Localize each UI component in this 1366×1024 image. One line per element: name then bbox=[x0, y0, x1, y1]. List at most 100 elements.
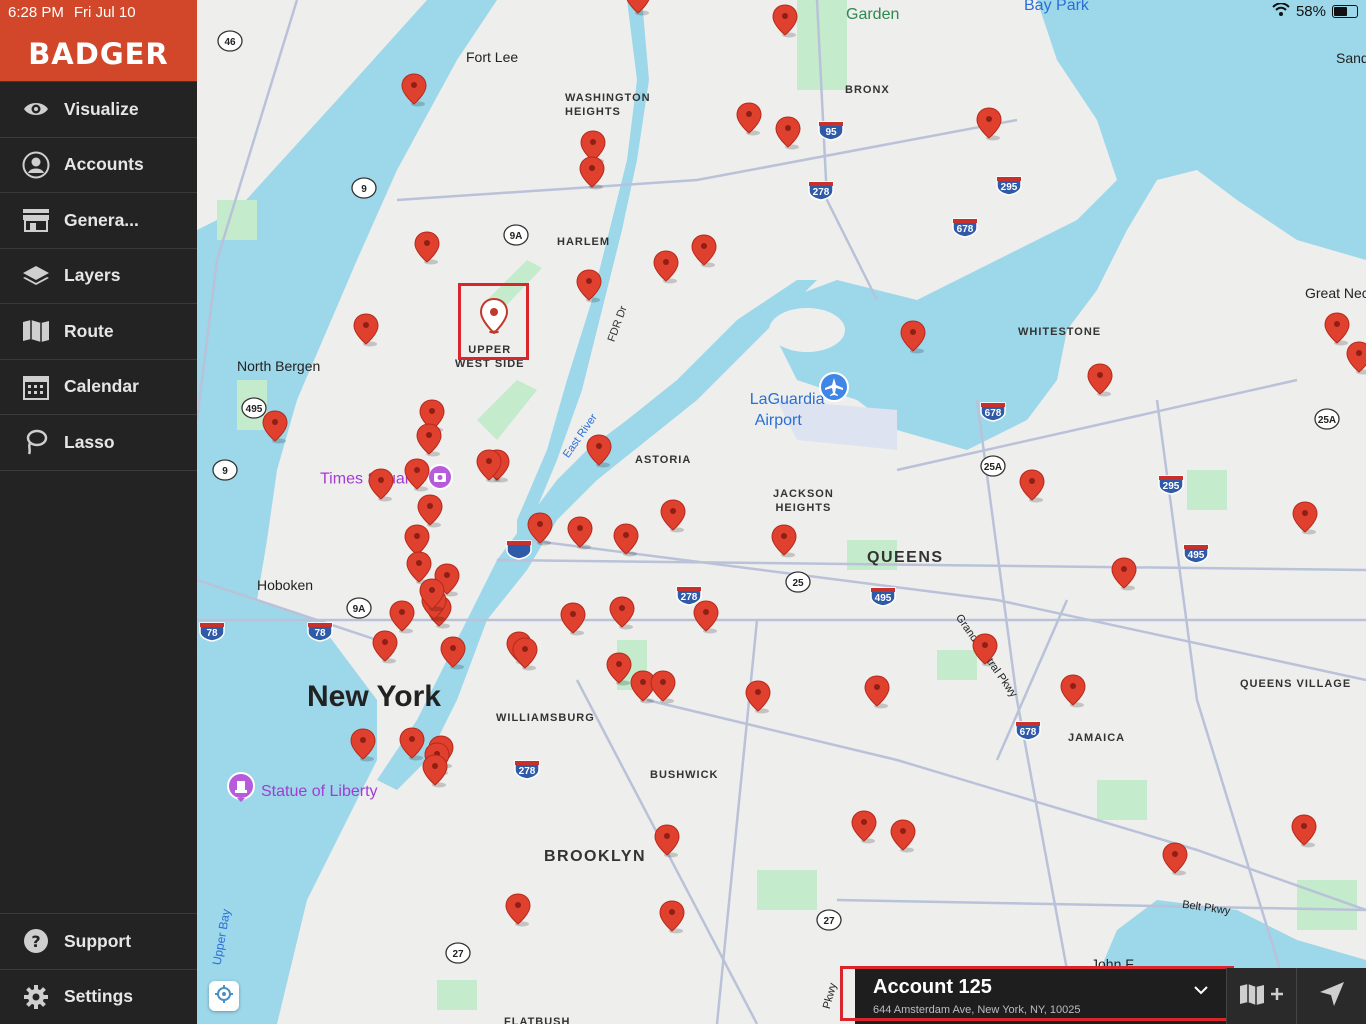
map-pin[interactable] bbox=[659, 900, 685, 934]
map-pin[interactable] bbox=[368, 468, 394, 502]
map-pin[interactable] bbox=[1346, 341, 1366, 375]
map-label: BROOKLYN bbox=[544, 848, 647, 865]
map-pin[interactable] bbox=[476, 449, 502, 483]
poi-label: LaGuardia Airport bbox=[749, 391, 825, 429]
map-pin[interactable] bbox=[1162, 842, 1188, 876]
map-pin[interactable] bbox=[389, 600, 415, 634]
map-pin[interactable] bbox=[401, 73, 427, 107]
map-pin[interactable] bbox=[262, 410, 288, 444]
map-pin[interactable] bbox=[417, 494, 443, 528]
map-pin[interactable] bbox=[653, 250, 679, 284]
status-time: 6:28 PM bbox=[8, 4, 64, 21]
sidebar-item-lasso[interactable]: Lasso bbox=[0, 415, 197, 471]
map-pin[interactable] bbox=[576, 269, 602, 303]
svg-text:495: 495 bbox=[1188, 550, 1205, 561]
map-pin[interactable] bbox=[1291, 814, 1317, 848]
poi-laguardia[interactable]: LaGuardia Airport bbox=[732, 368, 825, 452]
map-pin[interactable] bbox=[372, 630, 398, 664]
chevron-down-icon[interactable] bbox=[1194, 982, 1208, 1000]
map-toolbar bbox=[1226, 968, 1366, 1024]
map-pin[interactable] bbox=[736, 102, 762, 136]
sidebar-item-route[interactable]: Route bbox=[0, 304, 197, 360]
map-pin[interactable] bbox=[606, 652, 632, 686]
map-pin[interactable] bbox=[579, 156, 605, 190]
map-pin[interactable] bbox=[1087, 363, 1113, 397]
map-pin[interactable] bbox=[900, 320, 926, 354]
map-view[interactable]: 58% Fort Lee WASHINGTON HEIGHTS BRONX HA… bbox=[197, 0, 1366, 1024]
map-pin[interactable] bbox=[440, 636, 466, 670]
map-plus-icon bbox=[1239, 982, 1285, 1011]
map-pin[interactable] bbox=[560, 602, 586, 636]
map-pin[interactable] bbox=[416, 423, 442, 457]
sidebar-item-visualize[interactable]: Visualize bbox=[0, 82, 197, 138]
interstate-shield: 495 bbox=[869, 585, 897, 610]
map-pin[interactable] bbox=[422, 754, 448, 788]
help-icon: ? bbox=[22, 927, 50, 955]
map-pin[interactable] bbox=[527, 512, 553, 546]
gear-icon bbox=[22, 983, 50, 1011]
map-pin[interactable] bbox=[851, 810, 877, 844]
map-pin[interactable] bbox=[586, 434, 612, 468]
map-pin[interactable] bbox=[771, 524, 797, 558]
map-label: FLATBUSH bbox=[504, 1016, 571, 1024]
sidebar-item-accounts[interactable]: Accounts bbox=[0, 138, 197, 193]
map-pin[interactable] bbox=[972, 633, 998, 667]
brand-name: BADGER bbox=[28, 37, 169, 71]
map-pin[interactable] bbox=[512, 637, 538, 671]
svg-text:78: 78 bbox=[314, 628, 326, 639]
map-pin[interactable] bbox=[625, 0, 651, 16]
map-fold-icon bbox=[22, 317, 50, 345]
eye-icon bbox=[22, 95, 50, 123]
map-pin[interactable] bbox=[350, 728, 376, 762]
map-pin[interactable] bbox=[1292, 501, 1318, 535]
sidebar-item-support[interactable]: ? Support bbox=[0, 914, 197, 970]
map-pin[interactable] bbox=[693, 600, 719, 634]
svg-text:295: 295 bbox=[1163, 481, 1180, 492]
sidebar-item-settings[interactable]: Settings bbox=[0, 970, 197, 1024]
map-pin[interactable] bbox=[609, 596, 635, 630]
battery-percent: 58% bbox=[1295, 3, 1326, 20]
layers-icon bbox=[22, 262, 50, 290]
poi-statue-of-liberty[interactable]: Statue of Liberty bbox=[227, 772, 378, 811]
navigate-button[interactable] bbox=[1296, 968, 1366, 1024]
map-pin[interactable] bbox=[650, 670, 676, 704]
map-pin[interactable] bbox=[567, 516, 593, 550]
map-label: Sand bbox=[1336, 50, 1366, 66]
route-shield: 9 bbox=[211, 459, 239, 484]
map-pin[interactable] bbox=[404, 458, 430, 492]
map-pin[interactable] bbox=[419, 578, 445, 612]
add-map-layer-button[interactable] bbox=[1226, 968, 1296, 1024]
map-pin[interactable] bbox=[414, 231, 440, 265]
route-shield: 27 bbox=[815, 909, 843, 934]
interstate-shield: 678 bbox=[979, 400, 1007, 425]
map-pin[interactable] bbox=[976, 107, 1002, 141]
sidebar-item-calendar[interactable]: Calendar bbox=[0, 360, 197, 415]
locate-button[interactable] bbox=[209, 981, 239, 1011]
route-shield: 25A bbox=[979, 455, 1007, 480]
map-pin[interactable] bbox=[1060, 674, 1086, 708]
wifi-icon bbox=[1272, 2, 1290, 20]
sidebar: 6:28 PM Fri Jul 10 BADGER Visualize Acco… bbox=[0, 0, 197, 1024]
map-pin[interactable] bbox=[660, 499, 686, 533]
map-pin[interactable] bbox=[505, 893, 531, 927]
map-pin[interactable] bbox=[613, 523, 639, 557]
svg-text:9: 9 bbox=[222, 466, 228, 477]
airport-icon[interactable] bbox=[819, 372, 849, 407]
selected-pin[interactable] bbox=[479, 297, 509, 339]
map-pin[interactable] bbox=[745, 680, 771, 714]
map-pin[interactable] bbox=[1019, 469, 1045, 503]
map-pin[interactable] bbox=[775, 116, 801, 150]
map-pin[interactable] bbox=[1111, 557, 1137, 591]
sidebar-item-label: Lasso bbox=[64, 431, 115, 452]
map-pin[interactable] bbox=[772, 4, 798, 38]
map-pin[interactable] bbox=[654, 824, 680, 858]
map-pin[interactable] bbox=[691, 234, 717, 268]
map-label: Garden bbox=[846, 6, 900, 23]
map-pin[interactable] bbox=[890, 819, 916, 853]
map-pin[interactable] bbox=[353, 313, 379, 347]
account-panel[interactable]: Account 125 644 Amsterdam Ave, New York,… bbox=[855, 968, 1226, 1024]
map-pin[interactable] bbox=[864, 675, 890, 709]
sidebar-item-general[interactable]: Genera... bbox=[0, 193, 197, 249]
route-shield: 27 bbox=[444, 942, 472, 967]
sidebar-item-layers[interactable]: Layers bbox=[0, 249, 197, 304]
